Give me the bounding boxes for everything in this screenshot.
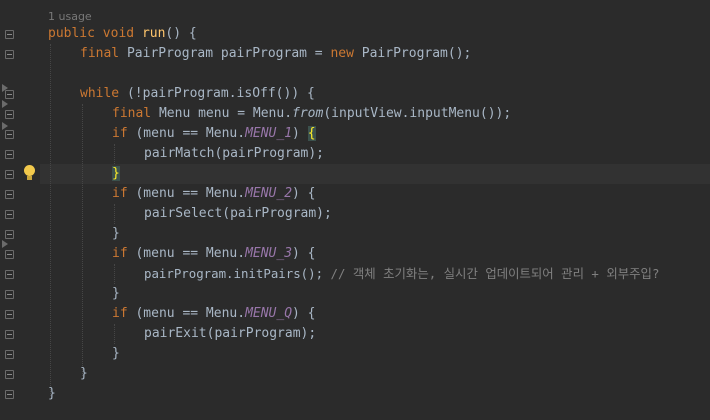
lightbulb-base [27,176,32,180]
code-line: final PairProgram pairProgram = new Pair… [80,46,472,61]
code-line: pairExit(pairProgram); [144,326,317,341]
code-line: } [112,346,120,361]
lightbulb-icon[interactable] [24,165,35,176]
code-line: while (!pairProgram.isOff()) { [80,86,315,101]
code-line: if (menu == Menu.MENU_2) { [112,186,316,201]
fold-icon[interactable] [5,110,14,119]
breakpoint-arrow-icon [2,100,8,108]
fold-icon[interactable] [5,130,14,139]
fold-icon[interactable] [5,390,14,399]
fold-icon[interactable] [5,150,14,159]
code-line: public void run() { [48,26,197,41]
fold-icon[interactable] [5,210,14,219]
fold-icon[interactable] [5,310,14,319]
fold-icon[interactable] [5,350,14,359]
fold-icon[interactable] [5,370,14,379]
code-line: if (menu == Menu.MENU_3) { [112,246,316,261]
fold-icon[interactable] [5,170,14,179]
code-line: if (menu == Menu.MENU_Q) { [112,306,316,321]
fold-icon[interactable] [5,50,14,59]
code-line: } [80,366,88,381]
code-editor[interactable]: 1 usage public void run() { final PairPr… [48,0,710,420]
code-line: } [112,226,120,241]
fold-icon[interactable] [5,190,14,199]
code-line: final Menu menu = Menu.from(inputView.in… [112,106,512,121]
code-line: pairSelect(pairProgram); [144,206,332,221]
code-line: } [112,286,120,301]
code-line: pairMatch(pairProgram); [144,146,325,161]
fold-icon[interactable] [5,90,14,99]
breakpoint-arrow-icon [2,122,8,130]
fold-icon[interactable] [5,230,14,239]
editor-gutter [0,0,40,420]
code-line: } [112,166,120,181]
fold-icon[interactable] [5,270,14,279]
code-line: if (menu == Menu.MENU_1) { [112,126,316,141]
fold-icon[interactable] [5,250,14,259]
fold-icon[interactable] [5,30,14,39]
breakpoint-arrow-icon [2,240,8,248]
fold-icon[interactable] [5,290,14,299]
fold-icon[interactable] [5,330,14,339]
code-line: } [48,386,56,401]
code-line: pairProgram.initPairs(); // 객체 초기화는, 실시간… [144,266,660,281]
